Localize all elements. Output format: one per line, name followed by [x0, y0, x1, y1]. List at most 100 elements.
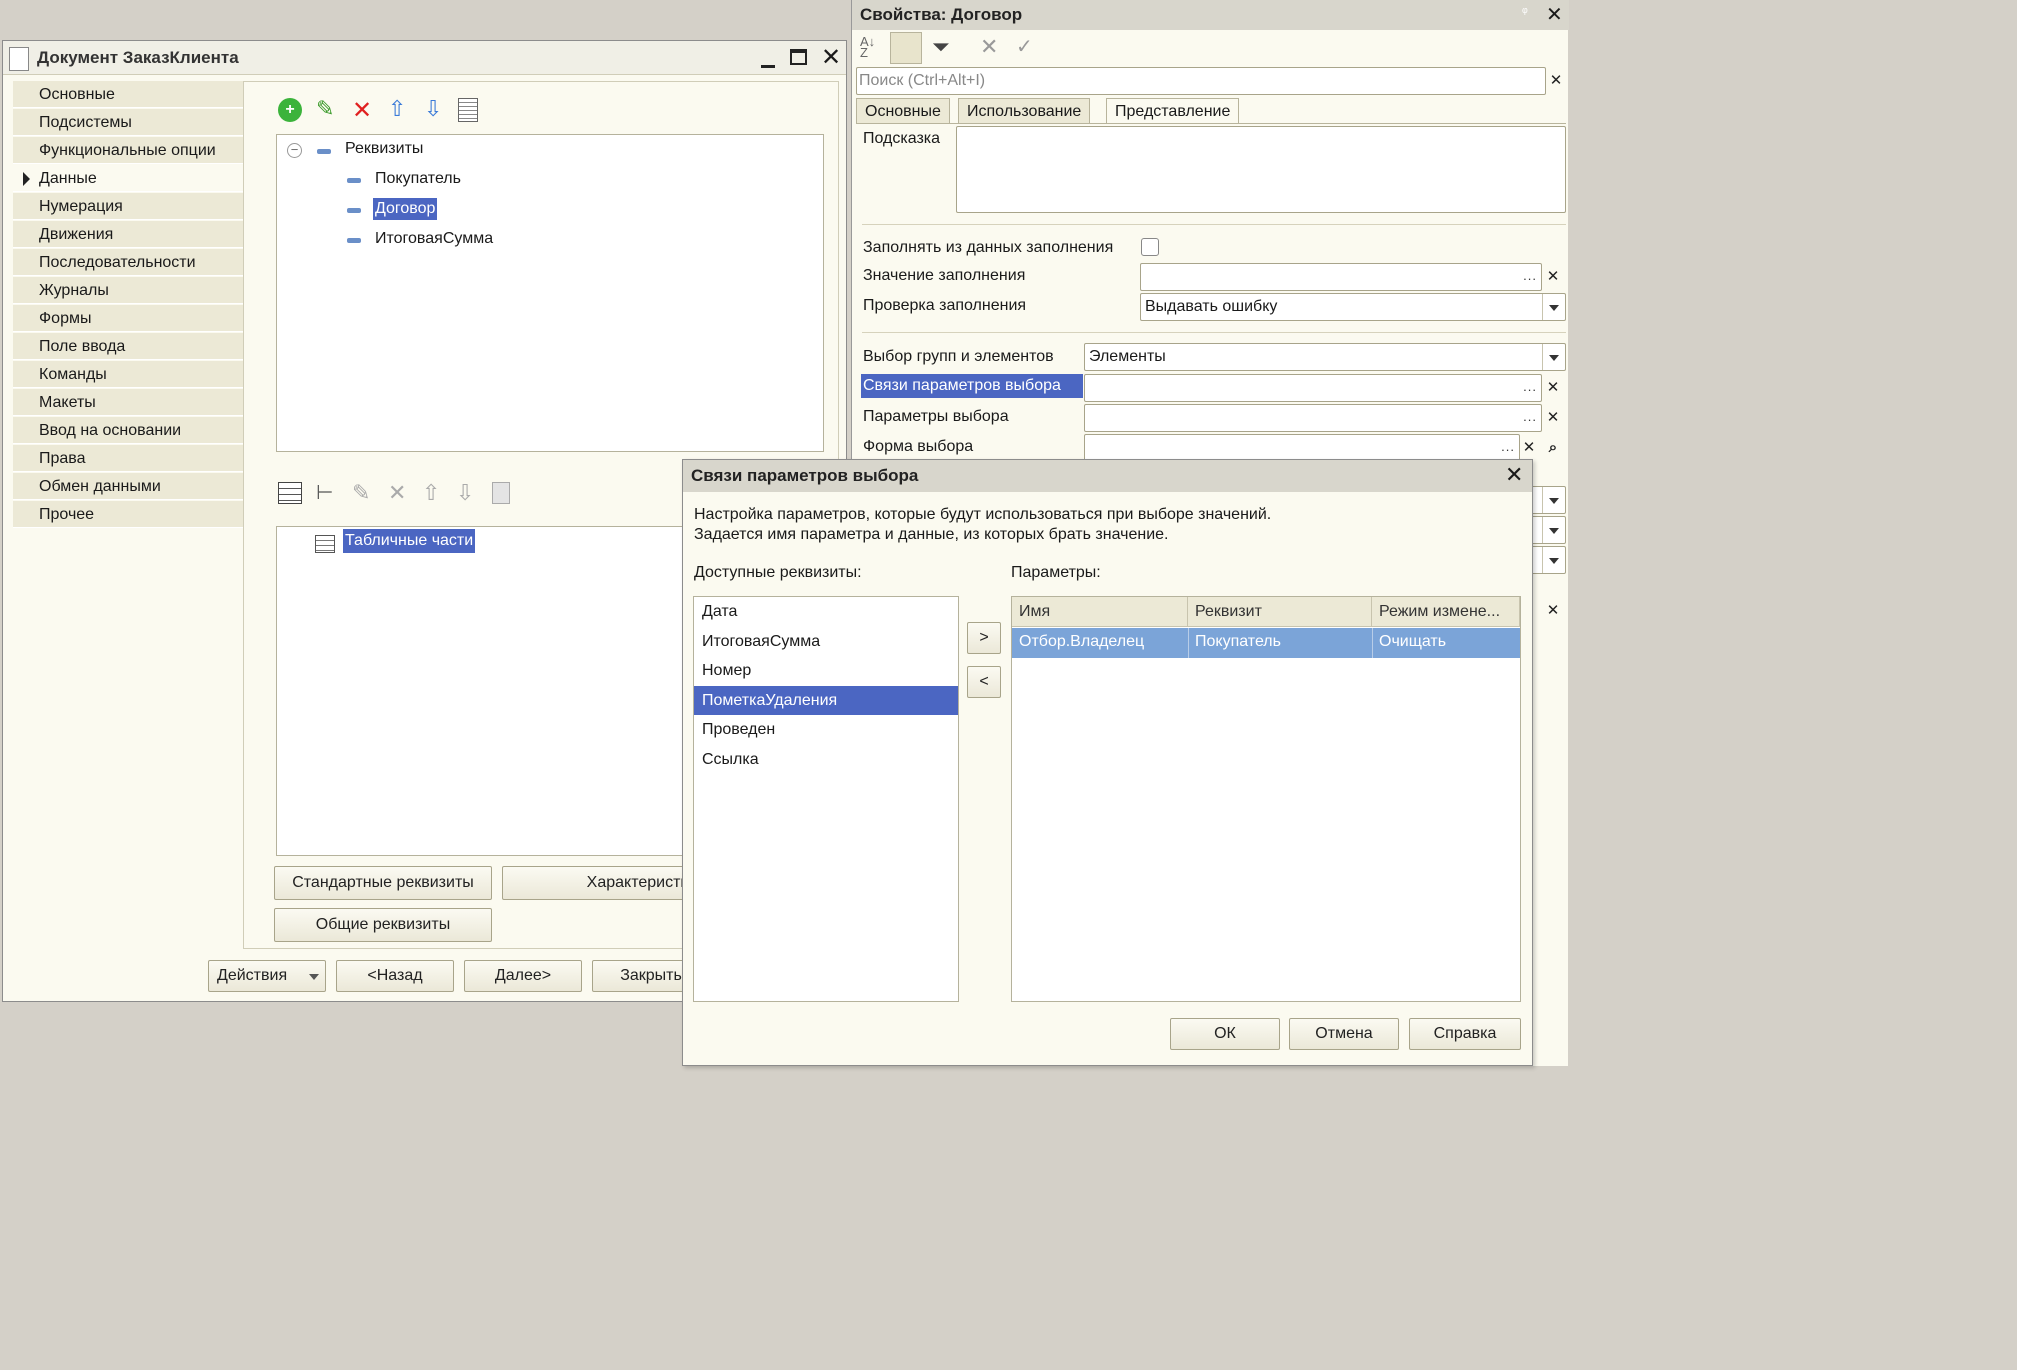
- choice-form-dots[interactable]: ...: [1501, 439, 1515, 454]
- choice-links-dots[interactable]: ...: [1523, 379, 1537, 394]
- sidebar-item-2[interactable]: Функциональные опции: [13, 137, 243, 164]
- choice-form-search-icon[interactable]: ⌕: [1542, 437, 1564, 459]
- fill-value-clear-icon[interactable]: ✕: [1542, 266, 1564, 288]
- list-item[interactable]: Проведен: [694, 715, 958, 744]
- cancel-icon[interactable]: ✕: [980, 34, 998, 60]
- back-button[interactable]: <Назад: [336, 960, 454, 992]
- add-param-button[interactable]: >: [967, 622, 1001, 654]
- pin-icon[interactable]: ᵠ: [1522, 4, 1528, 19]
- table-row[interactable]: Отбор.Владелец Покупатель Очищать: [1012, 628, 1520, 658]
- ok-button[interactable]: ОК: [1170, 1018, 1280, 1050]
- close-icon[interactable]: ✕: [821, 43, 841, 72]
- delete-disabled-icon[interactable]: ✕: [388, 480, 406, 506]
- hidden-dropdown-3[interactable]: [1542, 547, 1565, 573]
- select-groups-select[interactable]: Элементы: [1084, 343, 1566, 371]
- fill-check-label: Проверка заполнения: [863, 297, 1027, 314]
- group-icon: [317, 149, 331, 154]
- standard-attributes-button[interactable]: Стандартные реквизиты: [274, 866, 492, 900]
- cancel-button[interactable]: Отмена: [1289, 1018, 1399, 1050]
- sort-list-icon[interactable]: [458, 98, 478, 122]
- common-attributes-button[interactable]: Общие реквизиты: [274, 908, 492, 942]
- properties-close-icon[interactable]: ✕: [1546, 2, 1563, 27]
- tab-basic[interactable]: Основные: [856, 98, 950, 124]
- sidebar-item-8[interactable]: Формы: [13, 305, 243, 332]
- list-item[interactable]: Ссылка: [694, 745, 958, 774]
- sidebar-item-9[interactable]: Поле ввода: [13, 333, 243, 360]
- list-item[interactable]: ПометкаУдаления: [694, 685, 958, 715]
- next-button[interactable]: Далее>: [464, 960, 582, 992]
- tree-item[interactable]: Договор: [373, 198, 438, 220]
- move-up-disabled-icon[interactable]: ⇧: [422, 480, 440, 506]
- maximize-button[interactable]: [790, 49, 807, 65]
- list-item[interactable]: ИтоговаяСумма: [694, 627, 958, 656]
- fill-from-data-checkbox[interactable]: [1141, 238, 1159, 256]
- hidden-dropdown-1[interactable]: [1542, 487, 1565, 513]
- tab-usage[interactable]: Использование: [958, 98, 1091, 124]
- minimize-button[interactable]: [761, 65, 775, 68]
- properties-search[interactable]: Поиск (Ctrl+Alt+I): [856, 67, 1546, 95]
- search-clear-icon[interactable]: ✕: [1545, 70, 1567, 92]
- apply-icon[interactable]: ✓: [1016, 34, 1033, 59]
- sort-disabled-icon[interactable]: [492, 482, 510, 504]
- move-down-disabled-icon[interactable]: ⇩: [456, 480, 474, 506]
- move-up-icon[interactable]: ⇧: [388, 96, 406, 122]
- choice-links-field[interactable]: ...: [1084, 374, 1542, 402]
- tabular-root-label[interactable]: Табличные части: [343, 529, 476, 553]
- list-item[interactable]: Номер: [694, 656, 958, 685]
- filter-icon[interactable]: ⏷: [932, 34, 950, 60]
- categories-icon[interactable]: [890, 32, 922, 64]
- hidden-clear-icon[interactable]: ✕: [1542, 600, 1564, 622]
- properties-title: Свойства: Договор: [860, 5, 1023, 24]
- choice-form-field[interactable]: ...: [1084, 434, 1520, 462]
- hidden-dropdown-2[interactable]: [1542, 517, 1565, 543]
- fill-value-dots[interactable]: ...: [1523, 268, 1537, 283]
- tree-item[interactable]: Покупатель: [373, 168, 463, 190]
- select-groups-dropdown[interactable]: [1542, 344, 1565, 370]
- move-down-icon[interactable]: ⇩: [424, 96, 442, 122]
- fill-check-dropdown[interactable]: [1542, 294, 1565, 320]
- tree-root-label[interactable]: Реквизиты: [345, 140, 423, 158]
- choice-params-clear-icon[interactable]: ✕: [1542, 407, 1564, 429]
- col-mode[interactable]: Режим измене...: [1372, 597, 1520, 627]
- sidebar-item-14[interactable]: Обмен данными: [13, 473, 243, 500]
- dialog-close-icon[interactable]: ✕: [1505, 462, 1523, 488]
- collapse-icon[interactable]: −: [287, 143, 302, 158]
- add-icon[interactable]: +: [278, 98, 302, 122]
- help-button[interactable]: Справка: [1409, 1018, 1521, 1050]
- sidebar-item-6[interactable]: Последовательности: [13, 249, 243, 276]
- sidebar-item-1[interactable]: Подсистемы: [13, 109, 243, 136]
- sort-az-icon[interactable]: A↓ Z: [860, 35, 875, 59]
- tab-presentation[interactable]: Представление: [1106, 98, 1240, 124]
- delete-icon[interactable]: ✕: [352, 96, 372, 125]
- edit-icon[interactable]: ✎: [316, 96, 334, 122]
- remove-param-button[interactable]: <: [967, 666, 1001, 698]
- choice-links-clear-icon[interactable]: ✕: [1542, 377, 1564, 399]
- sidebar-item-label: Прочее: [39, 506, 95, 523]
- col-name[interactable]: Имя: [1012, 597, 1188, 627]
- separator-2: [862, 332, 1566, 333]
- add-table-icon[interactable]: [278, 482, 302, 504]
- fill-check-select[interactable]: Выдавать ошибку: [1140, 293, 1566, 321]
- select-groups-label: Выбор групп и элементов: [863, 348, 1054, 365]
- choice-params-dots[interactable]: ...: [1523, 409, 1537, 424]
- sidebar-item-3[interactable]: Данные: [13, 165, 243, 192]
- sidebar-item-5[interactable]: Движения: [13, 221, 243, 248]
- add-child-icon[interactable]: ⊢: [316, 480, 333, 505]
- list-item[interactable]: Дата: [694, 597, 958, 626]
- sidebar-item-0[interactable]: Основные: [13, 81, 243, 108]
- sidebar-item-15[interactable]: Прочее: [13, 501, 243, 528]
- choice-params-field[interactable]: ...: [1084, 404, 1542, 432]
- sidebar-item-10[interactable]: Команды: [13, 361, 243, 388]
- sidebar-item-13[interactable]: Права: [13, 445, 243, 472]
- fill-value-field[interactable]: ...: [1140, 263, 1542, 291]
- hint-textarea[interactable]: [956, 126, 1566, 213]
- sidebar-item-7[interactable]: Журналы: [13, 277, 243, 304]
- sidebar-item-12[interactable]: Ввод на основании: [13, 417, 243, 444]
- sidebar-item-11[interactable]: Макеты: [13, 389, 243, 416]
- col-attr[interactable]: Реквизит: [1188, 597, 1372, 627]
- tree-item[interactable]: ИтоговаяСумма: [373, 228, 495, 250]
- choice-form-clear-icon[interactable]: ✕: [1518, 437, 1540, 459]
- edit-disabled-icon[interactable]: ✎: [352, 480, 370, 506]
- sidebar-item-4[interactable]: Нумерация: [13, 193, 243, 220]
- actions-button[interactable]: Действия: [208, 960, 326, 992]
